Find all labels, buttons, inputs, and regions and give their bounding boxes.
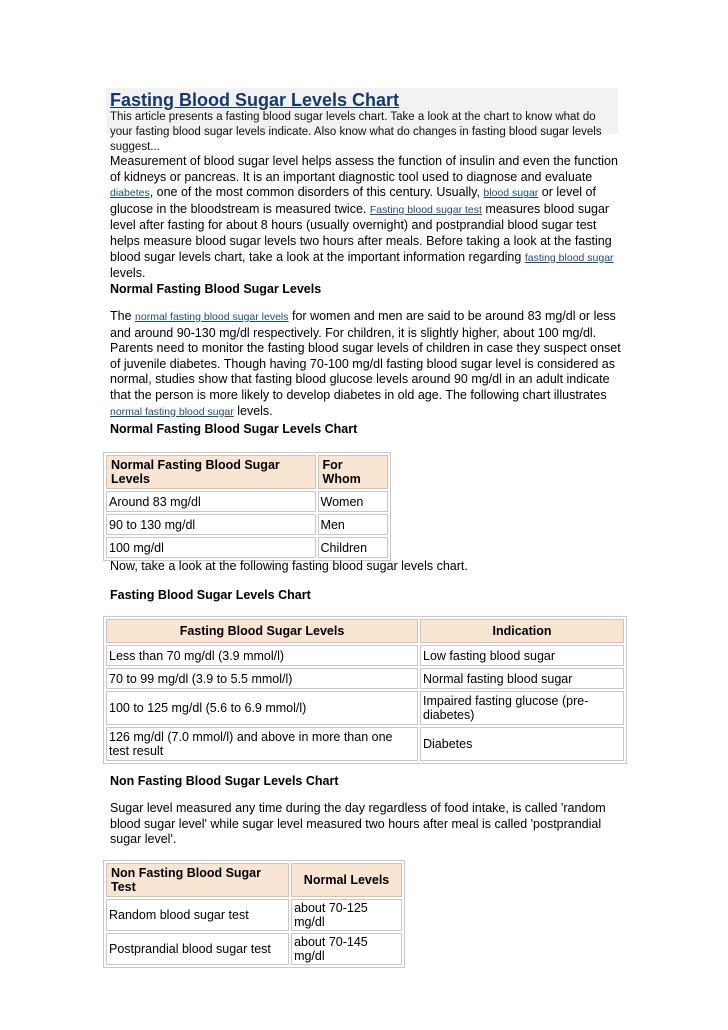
- column-header: Normal Levels: [291, 863, 402, 897]
- cell: about 70-145 mg/dl: [291, 933, 402, 965]
- table-row: 70 to 99 mg/dl (3.9 to 5.5 mmol/l) Norma…: [106, 668, 624, 689]
- cell: Low fasting blood sugar: [420, 645, 624, 666]
- fasting-blood-sugar-link[interactable]: fasting blood sugar: [525, 252, 614, 264]
- column-header: Fasting Blood Sugar Levels: [106, 619, 418, 643]
- diabetes-link[interactable]: diabetes: [110, 187, 150, 199]
- cell: Women: [317, 491, 388, 512]
- text: , one of the most common disorders of th…: [149, 185, 484, 200]
- normal-chart-heading: Normal Fasting Blood Sugar Levels Chart: [110, 422, 358, 436]
- normal-levels-paragraph: The normal fasting blood sugar levels fo…: [110, 309, 622, 420]
- table-header-row: Fasting Blood Sugar Levels Indication: [106, 619, 624, 643]
- cell: about 70-125 mg/dl: [291, 899, 402, 931]
- column-header: Normal Fasting Blood Sugar Levels: [106, 455, 316, 489]
- cell: Children: [317, 537, 388, 558]
- fasting-blood-sugar-test-link[interactable]: Fasting blood sugar test: [370, 204, 482, 216]
- table-row: Less than 70 mg/dl (3.9 mmol/l) Low fast…: [106, 645, 624, 666]
- table-row: Around 83 mg/dl Women: [106, 491, 388, 512]
- non-fasting-paragraph: Sugar level measured any time during the…: [110, 801, 606, 847]
- article-summary: This article presents a fasting blood su…: [110, 111, 602, 153]
- table-header-row: Non Fasting Blood Sugar Test Normal Leve…: [106, 863, 402, 897]
- transition-text: Now, take a look at the following fastin…: [110, 559, 468, 573]
- normal-levels-table: Normal Fasting Blood Sugar Levels For Wh…: [103, 452, 391, 561]
- normal-levels-heading: Normal Fasting Blood Sugar Levels: [110, 282, 322, 296]
- table-header-row: Normal Fasting Blood Sugar Levels For Wh…: [106, 455, 388, 489]
- intro-paragraph: Measurement of blood sugar level helps a…: [110, 154, 622, 282]
- fasting-chart-heading: Fasting Blood Sugar Levels Chart: [110, 588, 311, 602]
- table-row: Postprandial blood sugar test about 70-1…: [106, 933, 402, 965]
- blood-sugar-link[interactable]: blood sugar: [483, 187, 538, 199]
- text: levels.: [110, 266, 146, 281]
- non-fasting-table: Non Fasting Blood Sugar Test Normal Leve…: [103, 860, 405, 968]
- article-title-link[interactable]: Fasting Blood Sugar Levels Chart: [110, 90, 618, 110]
- cell: 100 mg/dl: [106, 537, 316, 558]
- cell: Less than 70 mg/dl (3.9 mmol/l): [106, 645, 418, 666]
- column-header: Non Fasting Blood Sugar Test: [106, 863, 290, 897]
- text: levels.: [233, 403, 273, 418]
- cell: 100 to 125 mg/dl (5.6 to 6.9 mmol/l): [106, 691, 418, 725]
- text: Measurement of blood sugar level helps a…: [110, 154, 618, 184]
- table-row: 126 mg/dl (7.0 mmol/l) and above in more…: [106, 727, 624, 761]
- cell: Men: [317, 514, 388, 535]
- cell: Normal fasting blood sugar: [420, 668, 624, 689]
- normal-fasting-blood-sugar-link[interactable]: normal fasting blood sugar: [110, 406, 234, 418]
- cell: Postprandial blood sugar test: [106, 933, 290, 965]
- cell: Impaired fasting glucose (pre-diabetes): [420, 691, 624, 725]
- table-row: 100 mg/dl Children: [106, 537, 388, 558]
- non-fasting-heading: Non Fasting Blood Sugar Levels Chart: [110, 774, 339, 788]
- cell: 90 to 130 mg/dl: [106, 514, 316, 535]
- column-header: Indication: [420, 619, 624, 643]
- column-header: For Whom: [317, 455, 388, 489]
- text: The: [110, 309, 136, 323]
- table-row: Random blood sugar test about 70-125 mg/…: [106, 899, 402, 931]
- cell: 126 mg/dl (7.0 mmol/l) and above in more…: [106, 727, 418, 761]
- cell: Around 83 mg/dl: [106, 491, 316, 512]
- normal-fasting-blood-sugar-levels-link[interactable]: normal fasting blood sugar levels: [135, 311, 289, 323]
- cell: 70 to 99 mg/dl (3.9 to 5.5 mmol/l): [106, 668, 418, 689]
- article-header: Fasting Blood Sugar Levels Chart This ar…: [106, 88, 618, 153]
- table-row: 90 to 130 mg/dl Men: [106, 514, 388, 535]
- table-row: 100 to 125 mg/dl (5.6 to 6.9 mmol/l) Imp…: [106, 691, 624, 725]
- cell: Random blood sugar test: [106, 899, 290, 931]
- fasting-levels-table: Fasting Blood Sugar Levels Indication Le…: [103, 616, 627, 764]
- cell: Diabetes: [420, 727, 624, 761]
